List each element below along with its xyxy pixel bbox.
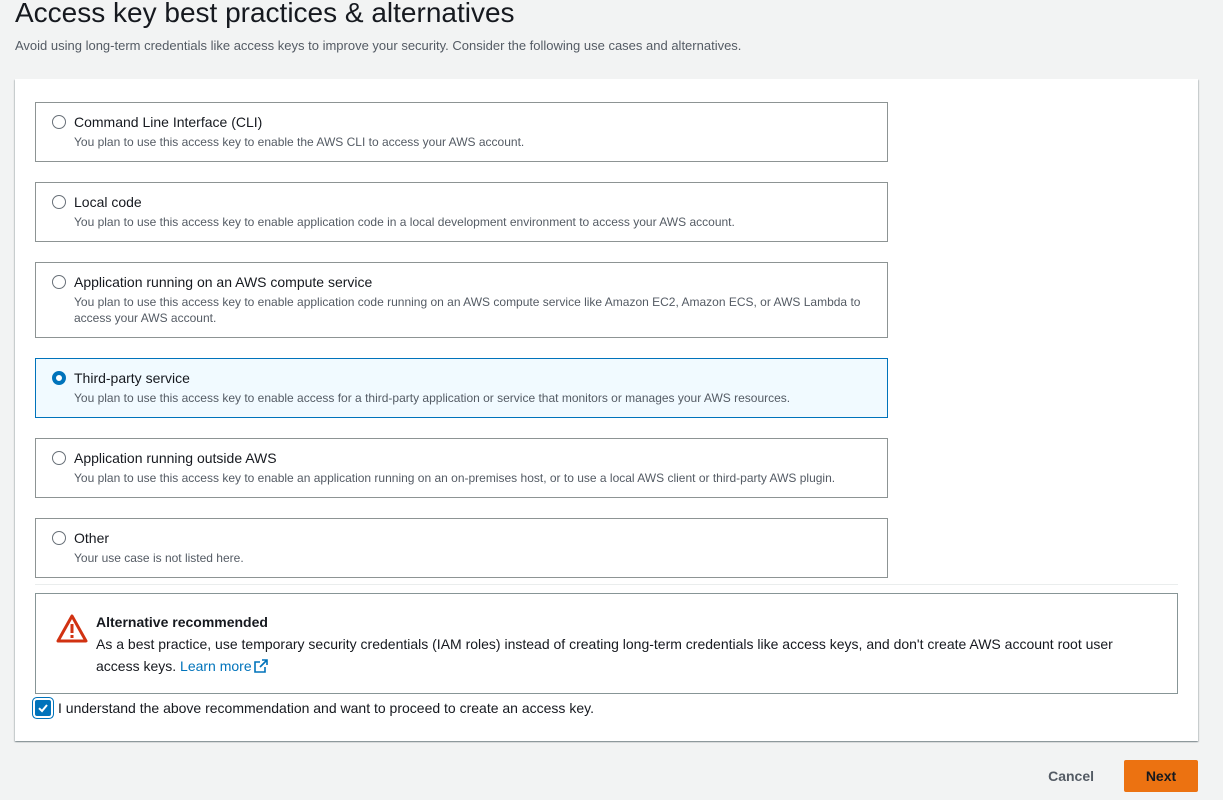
radio-button[interactable]	[52, 275, 66, 289]
option-local-code[interactable]: Local code You plan to use this access k…	[35, 182, 888, 242]
option-label: Other	[74, 530, 110, 546]
alert-text: As a best practice, use temporary securi…	[96, 633, 1156, 677]
page-description: Avoid using long-term credentials like a…	[15, 38, 742, 53]
option-description: You plan to use this access key to enabl…	[74, 135, 525, 149]
use-case-panel: Command Line Interface (CLI) You plan to…	[15, 79, 1198, 741]
radio-button-selected[interactable]	[52, 371, 66, 385]
option-label: Local code	[74, 194, 142, 210]
alert-body: Alternative recommended As a best practi…	[96, 613, 1156, 677]
option-description: Your use case is not listed here.	[74, 551, 244, 565]
learn-more-link[interactable]: Learn more	[180, 658, 268, 674]
page-title: Access key best practices & alternatives	[15, 0, 515, 28]
radio-button[interactable]	[52, 195, 66, 209]
option-description: You plan to use this access key to enabl…	[74, 295, 861, 325]
option-label: Application running on an AWS compute se…	[74, 274, 373, 290]
footer-actions: Cancel Next	[1028, 760, 1198, 792]
radio-button[interactable]	[52, 115, 66, 129]
divider	[35, 584, 1178, 585]
acknowledge-checkbox[interactable]	[35, 700, 51, 716]
radio-button[interactable]	[52, 531, 66, 545]
cancel-button[interactable]: Cancel	[1028, 760, 1114, 792]
option-label: Third-party service	[74, 370, 190, 386]
next-button[interactable]: Next	[1124, 760, 1198, 792]
learn-more-label: Learn more	[180, 658, 252, 674]
use-case-options: Command Line Interface (CLI) You plan to…	[35, 102, 888, 598]
acknowledgement-row[interactable]: I understand the above recommendation an…	[32, 699, 594, 717]
option-description: You plan to use this access key to enabl…	[74, 391, 791, 405]
option-third-party[interactable]: Third-party service You plan to use this…	[35, 358, 888, 418]
option-description: You plan to use this access key to enabl…	[74, 215, 735, 229]
alert-title: Alternative recommended	[96, 614, 268, 630]
option-aws-compute[interactable]: Application running on an AWS compute se…	[35, 262, 888, 338]
option-other[interactable]: Other Your use case is not listed here.	[35, 518, 888, 578]
checkmark-icon	[38, 704, 48, 713]
option-outside-aws[interactable]: Application running outside AWS You plan…	[35, 438, 888, 498]
option-label: Application running outside AWS	[74, 450, 277, 466]
acknowledge-label: I understand the above recommendation an…	[58, 700, 594, 716]
external-link-icon	[253, 659, 268, 673]
option-cli[interactable]: Command Line Interface (CLI) You plan to…	[35, 102, 888, 162]
option-description: You plan to use this access key to enabl…	[74, 471, 836, 485]
radio-button[interactable]	[52, 451, 66, 465]
alternative-recommended-alert: Alternative recommended As a best practi…	[35, 593, 1178, 694]
option-label: Command Line Interface (CLI)	[74, 114, 263, 130]
warning-icon	[56, 614, 88, 643]
